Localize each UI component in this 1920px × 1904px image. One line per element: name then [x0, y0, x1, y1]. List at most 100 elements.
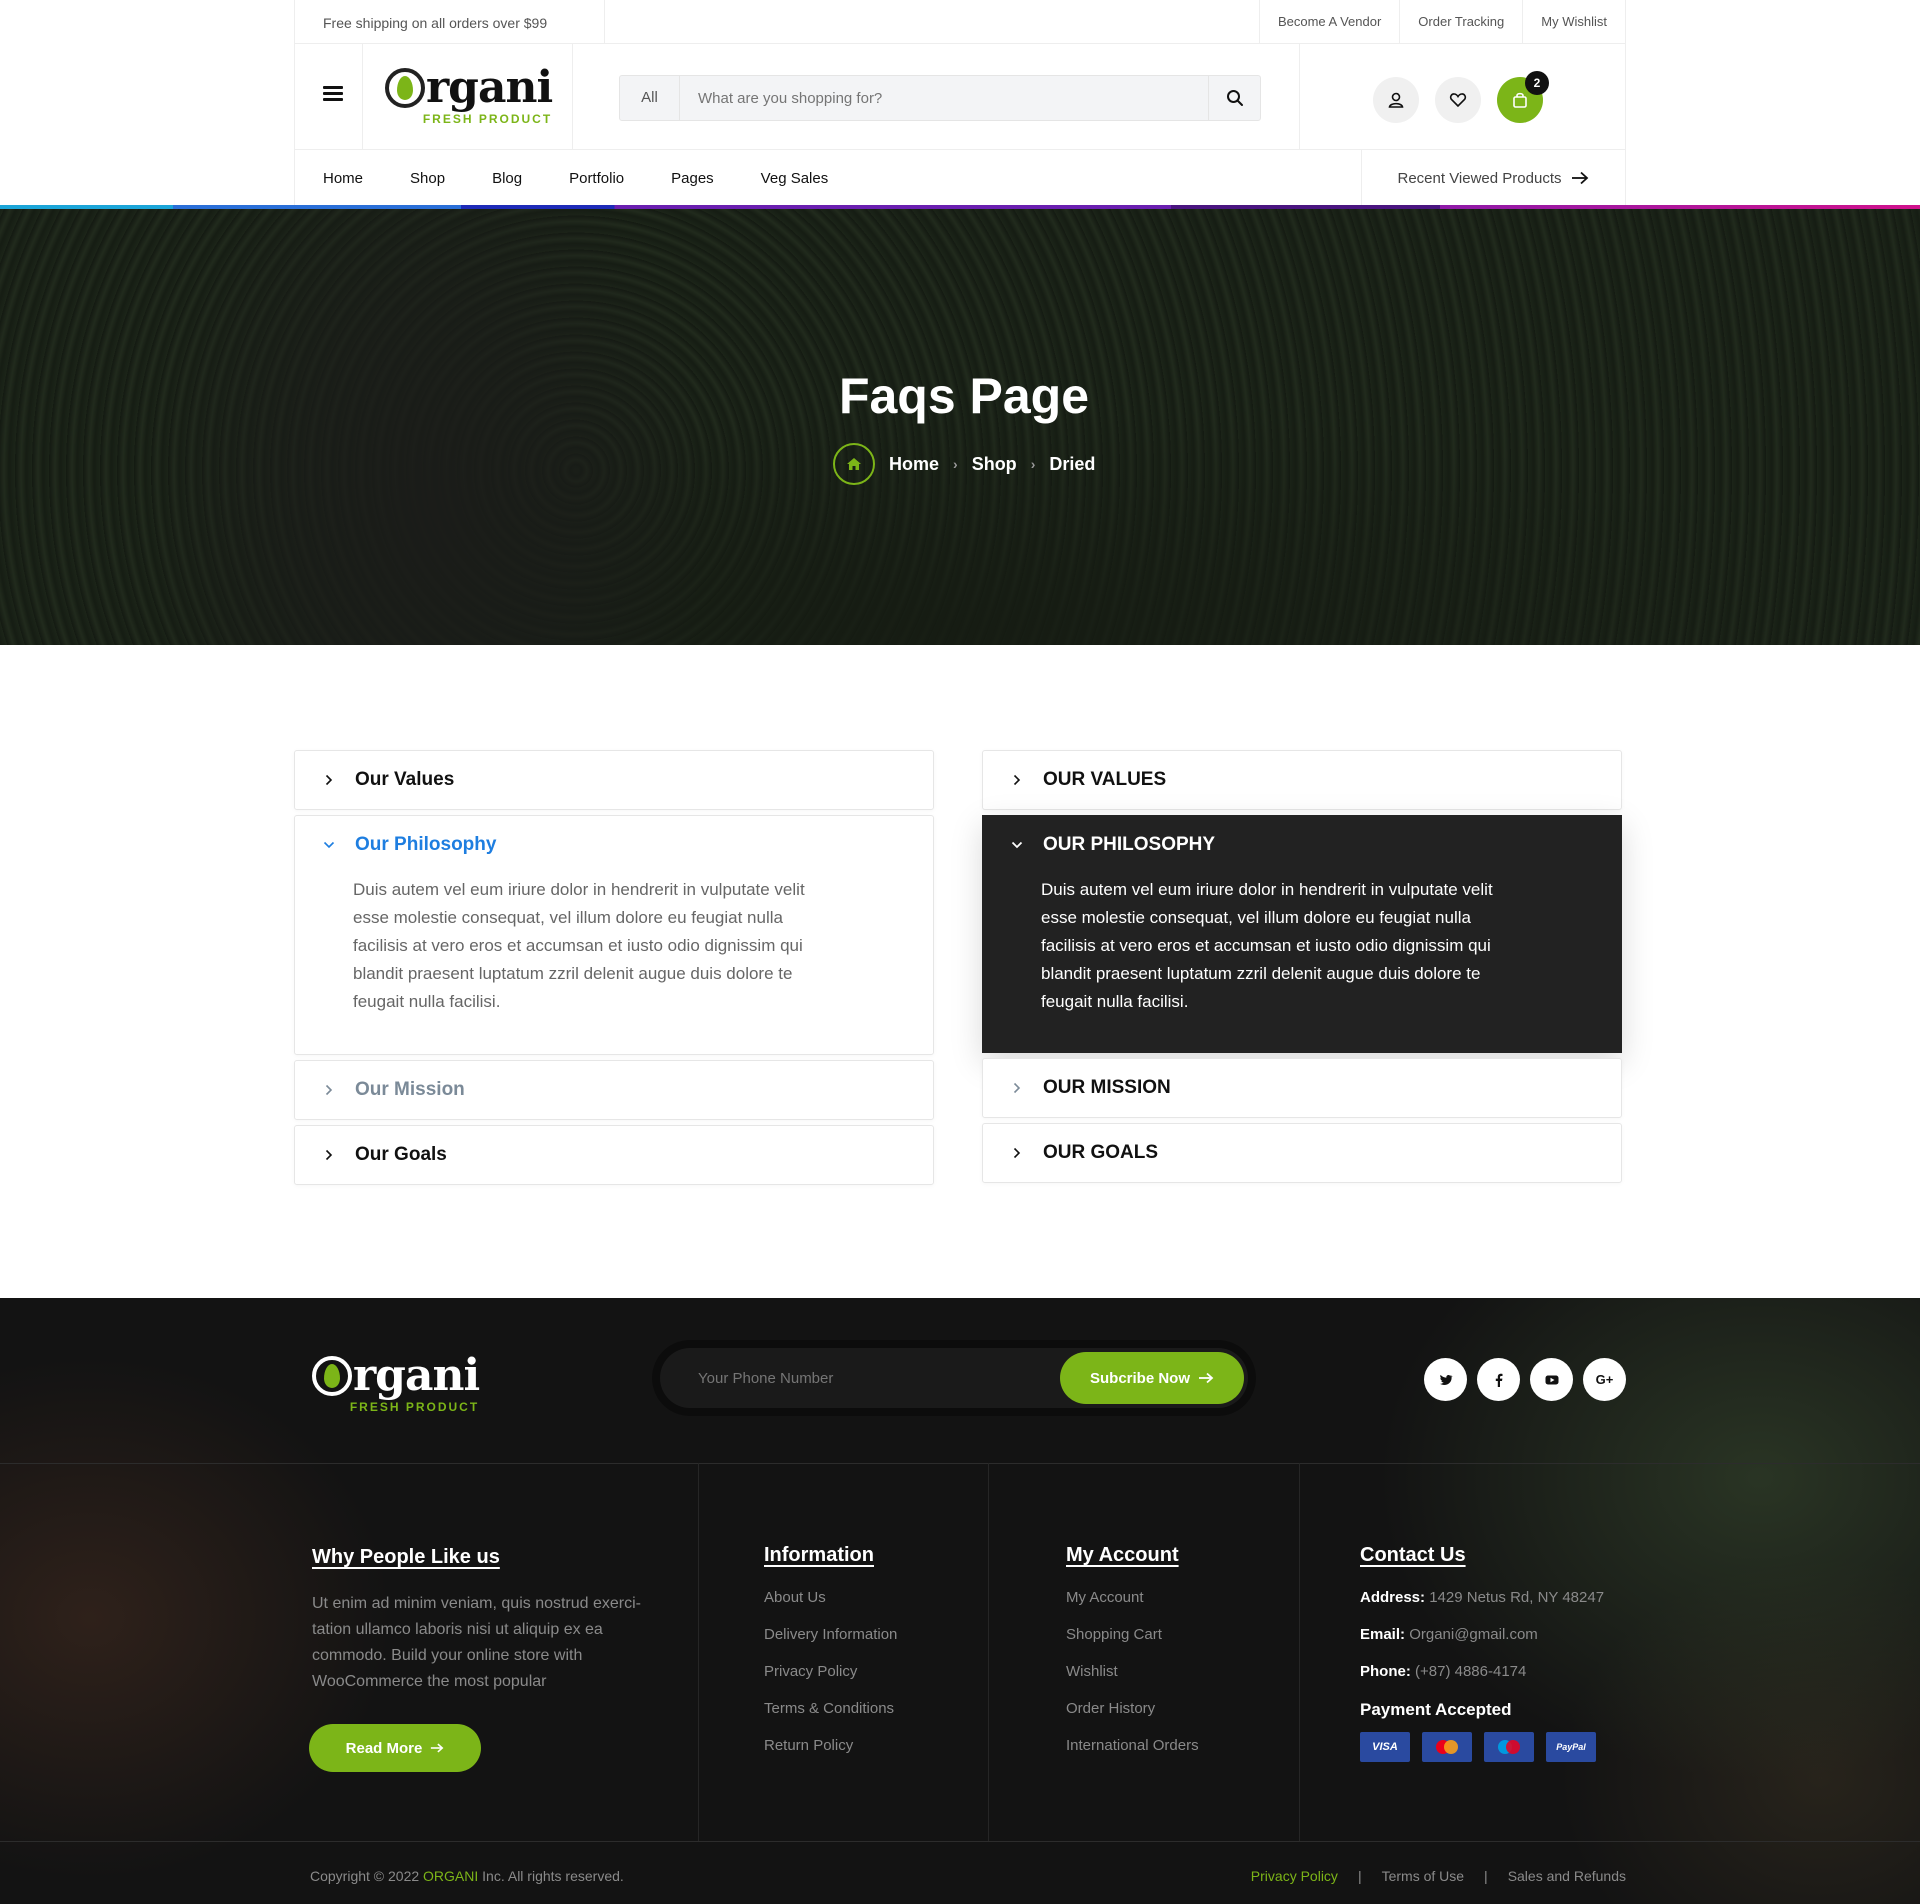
divider: [362, 44, 363, 150]
nav-item-shop[interactable]: Shop: [410, 170, 445, 187]
footer-link-privacy[interactable]: Privacy Policy: [764, 1663, 897, 1680]
faq-toggle[interactable]: Our Goals: [295, 1126, 933, 1184]
divider: [698, 1463, 699, 1841]
divider: [1299, 44, 1300, 150]
contact-phone[interactable]: Phone: (+87) 4886-4174: [1360, 1663, 1604, 1680]
twitter-icon[interactable]: [1424, 1358, 1467, 1401]
separator: |: [1484, 1868, 1488, 1884]
my-wishlist-link[interactable]: My Wishlist: [1522, 0, 1625, 44]
faq-item: OUR VALUES: [982, 750, 1622, 810]
privacy-policy-link[interactable]: Privacy Policy: [1251, 1868, 1338, 1884]
recent-viewed-products-link[interactable]: Recent Viewed Products: [1361, 150, 1625, 206]
faq-title: Our Values: [355, 769, 455, 790]
faq-accordion-right: OUR VALUES OUR PHILOSOPHY Duis autem vel…: [982, 750, 1622, 1188]
page-hero-banner: Faqs Page Home › Shop › Dried: [0, 209, 1920, 645]
legal-links: Privacy Policy | Terms of Use | Sales an…: [1251, 1868, 1626, 1884]
recent-viewed-label: Recent Viewed Products: [1397, 169, 1562, 187]
search-category-select[interactable]: All: [620, 76, 680, 120]
menu-icon[interactable]: [323, 86, 343, 102]
faq-title: OUR GOALS: [1043, 1142, 1159, 1163]
chevron-down-icon: [1007, 841, 1027, 849]
mastercard-icon: [1422, 1732, 1472, 1762]
chevron-right-icon: [1007, 774, 1027, 786]
nav-item-veg-sales[interactable]: Veg Sales: [761, 170, 829, 187]
footer-heading: Why People Like us: [312, 1546, 500, 1568]
faq-item: OUR GOALS: [982, 1123, 1622, 1183]
nav-item-home[interactable]: Home: [323, 170, 363, 187]
footer-link-delivery[interactable]: Delivery Information: [764, 1626, 897, 1643]
nav-item-pages[interactable]: Pages: [671, 170, 714, 187]
facebook-icon[interactable]: [1477, 1358, 1520, 1401]
footer-link-wishlist[interactable]: Wishlist: [1066, 1663, 1199, 1680]
copyright-brand[interactable]: ORGANI: [423, 1868, 478, 1884]
search-input[interactable]: [680, 76, 1208, 120]
footer-link-my-account[interactable]: My Account: [1066, 1589, 1199, 1606]
leaf-logo-icon: [312, 1356, 352, 1396]
footer-about: Why People Like us Ut enim ad minim veni…: [312, 1546, 652, 1695]
faq-accordion-left: Our Values Our Philosophy Duis autem vel…: [294, 750, 934, 1190]
become-vendor-link[interactable]: Become A Vendor: [1258, 0, 1399, 44]
footer-link-about-us[interactable]: About Us: [764, 1589, 897, 1606]
hero-overlay: [0, 209, 1920, 645]
search-button[interactable]: [1208, 76, 1260, 120]
nav-item-portfolio[interactable]: Portfolio: [569, 170, 624, 187]
faq-toggle[interactable]: Our Philosophy: [295, 816, 933, 874]
faq-toggle[interactable]: Our Mission: [295, 1061, 933, 1119]
chevron-right-icon: [319, 1149, 339, 1161]
faq-answer: Duis autem vel eum iriure dolor in hendr…: [353, 880, 805, 1011]
youtube-icon[interactable]: [1530, 1358, 1573, 1401]
breadcrumb-home[interactable]: Home: [889, 454, 939, 475]
footer-link-terms[interactable]: Terms & Conditions: [764, 1700, 897, 1717]
breadcrumb-shop[interactable]: Shop: [972, 454, 1017, 475]
faq-item: Our Mission: [294, 1060, 934, 1120]
subscribe-button[interactable]: Subcribe Now: [1060, 1352, 1244, 1404]
faq-title: OUR MISSION: [1043, 1077, 1171, 1098]
payment-title: Payment Accepted: [1360, 1700, 1512, 1719]
contact-email[interactable]: Email: Organi@gmail.com: [1360, 1626, 1604, 1643]
chevron-right-icon: ›: [953, 456, 958, 472]
divider: [0, 1841, 1920, 1842]
footer-logo[interactable]: rgani FRESH PRODUCT: [312, 1354, 480, 1414]
footer-logo-tagline: FRESH PRODUCT: [349, 1400, 480, 1414]
home-icon[interactable]: [833, 443, 875, 485]
read-more-button[interactable]: Read More: [309, 1724, 481, 1772]
terms-of-use-link[interactable]: Terms of Use: [1382, 1868, 1464, 1884]
wishlist-button[interactable]: [1435, 77, 1481, 123]
faq-title: Our Goals: [355, 1144, 447, 1165]
faq-toggle[interactable]: OUR GOALS: [983, 1124, 1621, 1182]
chevron-right-icon: [1007, 1082, 1027, 1094]
footer-link-international-orders[interactable]: International Orders: [1066, 1737, 1199, 1754]
account-button[interactable]: [1373, 77, 1419, 123]
faq-answer: Duis autem vel eum iriure dolor in hendr…: [1041, 880, 1493, 1011]
heart-icon: [1449, 93, 1467, 108]
order-tracking-link[interactable]: Order Tracking: [1399, 0, 1522, 44]
divider: [0, 1463, 1920, 1464]
footer: rgani FRESH PRODUCT Subcribe Now G+ Why …: [0, 1298, 1920, 1904]
faq-toggle[interactable]: Our Values: [295, 751, 933, 809]
footer-link-order-history[interactable]: Order History: [1066, 1700, 1199, 1717]
cart-count-badge: 2: [1525, 71, 1549, 95]
cart-button[interactable]: 2: [1497, 71, 1549, 123]
logo-tagline: FRESH PRODUCT: [422, 112, 553, 126]
nav-item-blog[interactable]: Blog: [492, 170, 522, 187]
google-plus-icon[interactable]: G+: [1583, 1358, 1626, 1401]
phone-number-input[interactable]: [660, 1369, 1060, 1387]
faq-toggle[interactable]: OUR VALUES: [983, 751, 1621, 809]
visa-icon: VISA: [1360, 1732, 1410, 1762]
subscribe-label: Subcribe Now: [1089, 1369, 1190, 1387]
footer-contact: Contact Us Address: 1429 Netus Rd, NY 48…: [1360, 1544, 1604, 1762]
faq-title: Our Philosophy: [355, 834, 497, 855]
faq-toggle[interactable]: OUR MISSION: [983, 1059, 1621, 1117]
faq-toggle[interactable]: OUR PHILOSOPHY: [983, 816, 1621, 874]
logo-text: rgani: [426, 62, 553, 113]
newsletter-form: Subcribe Now: [660, 1348, 1248, 1408]
footer-link-shopping-cart[interactable]: Shopping Cart: [1066, 1626, 1199, 1643]
footer-heading: My Account: [1066, 1544, 1179, 1566]
sales-refunds-link[interactable]: Sales and Refunds: [1508, 1868, 1626, 1884]
arrow-right-icon: [431, 1743, 444, 1753]
breadcrumb-current: Dried: [1049, 453, 1096, 474]
site-logo[interactable]: rgani FRESH PRODUCT: [385, 62, 553, 126]
faq-item: Our Values: [294, 750, 934, 810]
read-more-label: Read More: [345, 1739, 423, 1757]
footer-link-returns[interactable]: Return Policy: [764, 1737, 897, 1754]
